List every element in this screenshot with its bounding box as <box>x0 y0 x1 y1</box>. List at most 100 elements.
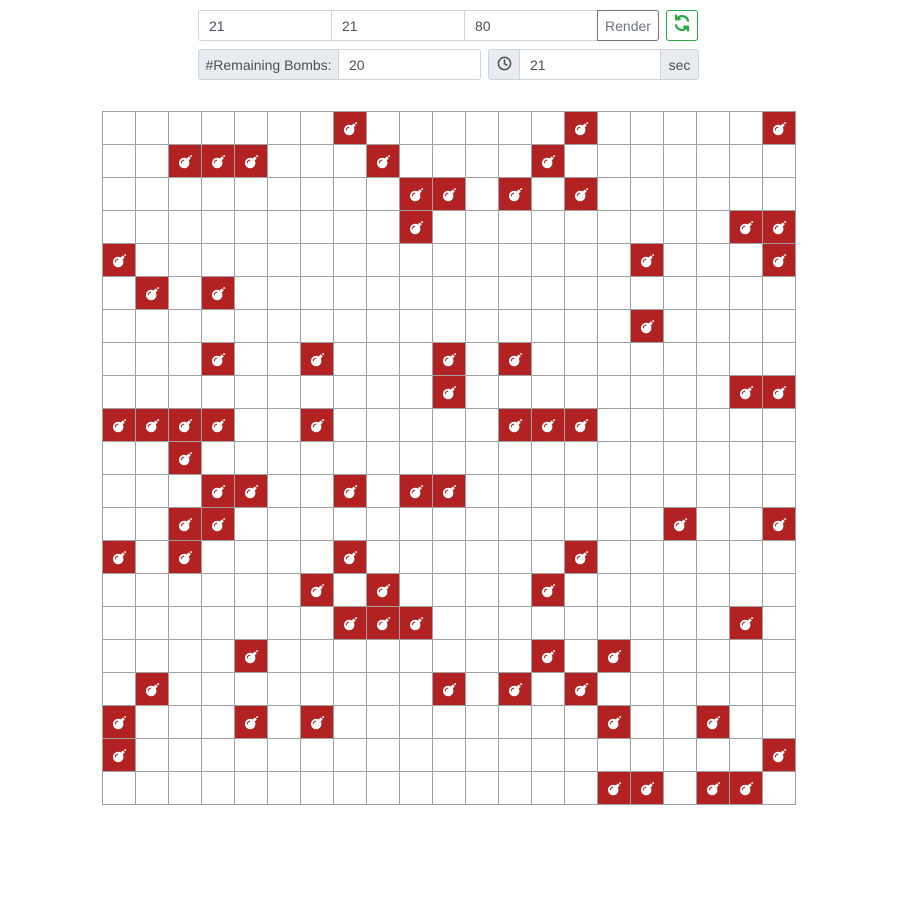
board-cell[interactable] <box>235 508 268 541</box>
board-cell[interactable] <box>664 607 697 640</box>
board-cell[interactable] <box>103 772 136 805</box>
bomb-cell[interactable] <box>763 211 796 244</box>
bomb-cell[interactable] <box>301 706 334 739</box>
board-cell[interactable] <box>763 343 796 376</box>
bomb-cell[interactable] <box>433 343 466 376</box>
board-cell[interactable] <box>268 277 301 310</box>
board-cell[interactable] <box>763 442 796 475</box>
board-cell[interactable] <box>400 112 433 145</box>
board-cell[interactable] <box>730 508 763 541</box>
board-cell[interactable] <box>400 772 433 805</box>
board-cell[interactable] <box>301 178 334 211</box>
bomb-cell[interactable] <box>433 178 466 211</box>
board-cell[interactable] <box>631 343 664 376</box>
bomb-cell[interactable] <box>400 607 433 640</box>
board-cell[interactable] <box>400 145 433 178</box>
board-cell[interactable] <box>499 211 532 244</box>
board-cell[interactable] <box>631 178 664 211</box>
board-cell[interactable] <box>169 310 202 343</box>
board-cell[interactable] <box>664 475 697 508</box>
board-cell[interactable] <box>697 739 730 772</box>
bomb-cell[interactable] <box>565 178 598 211</box>
bomb-cell[interactable] <box>433 673 466 706</box>
board-cell[interactable] <box>103 607 136 640</box>
reset-button[interactable] <box>666 10 698 41</box>
board-cell[interactable] <box>136 343 169 376</box>
board-cell[interactable] <box>433 409 466 442</box>
bomb-cell[interactable] <box>235 145 268 178</box>
board-cell[interactable] <box>103 508 136 541</box>
board-cell[interactable] <box>169 640 202 673</box>
board-cell[interactable] <box>400 442 433 475</box>
board-cell[interactable] <box>532 178 565 211</box>
board-cell[interactable] <box>301 442 334 475</box>
board-cell[interactable] <box>565 508 598 541</box>
board-cell[interactable] <box>598 112 631 145</box>
board-cell[interactable] <box>202 640 235 673</box>
board-cell[interactable] <box>466 112 499 145</box>
board-cell[interactable] <box>433 607 466 640</box>
board-cell[interactable] <box>301 739 334 772</box>
board-cell[interactable] <box>664 145 697 178</box>
bomb-cell[interactable] <box>334 112 367 145</box>
board-cell[interactable] <box>268 178 301 211</box>
board-cell[interactable] <box>268 211 301 244</box>
board-cell[interactable] <box>169 178 202 211</box>
board-cell[interactable] <box>631 211 664 244</box>
board-cell[interactable] <box>367 211 400 244</box>
board-cell[interactable] <box>466 574 499 607</box>
rows-input[interactable] <box>198 10 332 41</box>
bomb-cell[interactable] <box>598 772 631 805</box>
board-cell[interactable] <box>730 310 763 343</box>
board-cell[interactable] <box>631 541 664 574</box>
bomb-cell[interactable] <box>103 541 136 574</box>
bomb-cell[interactable] <box>136 409 169 442</box>
board-cell[interactable] <box>169 376 202 409</box>
board-cell[interactable] <box>334 244 367 277</box>
board-cell[interactable] <box>697 409 730 442</box>
board-cell[interactable] <box>730 673 763 706</box>
board-cell[interactable] <box>136 739 169 772</box>
board-cell[interactable] <box>400 508 433 541</box>
board-cell[interactable] <box>763 772 796 805</box>
board-cell[interactable] <box>499 508 532 541</box>
board-cell[interactable] <box>598 376 631 409</box>
board-cell[interactable] <box>202 541 235 574</box>
board-cell[interactable] <box>136 508 169 541</box>
board-cell[interactable] <box>499 475 532 508</box>
board-cell[interactable] <box>532 706 565 739</box>
board-cell[interactable] <box>334 640 367 673</box>
board-cell[interactable] <box>367 442 400 475</box>
board-cell[interactable] <box>598 310 631 343</box>
board-cell[interactable] <box>664 310 697 343</box>
board-cell[interactable] <box>268 112 301 145</box>
board-cell[interactable] <box>301 541 334 574</box>
board-cell[interactable] <box>466 706 499 739</box>
bomb-cell[interactable] <box>532 409 565 442</box>
bomb-cell[interactable] <box>400 211 433 244</box>
board-cell[interactable] <box>103 211 136 244</box>
board-cell[interactable] <box>136 244 169 277</box>
board-cell[interactable] <box>169 607 202 640</box>
board-cell[interactable] <box>532 343 565 376</box>
board-cell[interactable] <box>301 772 334 805</box>
bomb-cell[interactable] <box>235 640 268 673</box>
board-cell[interactable] <box>763 706 796 739</box>
bomb-cell[interactable] <box>202 508 235 541</box>
board-cell[interactable] <box>499 574 532 607</box>
board-cell[interactable] <box>697 640 730 673</box>
board-cell[interactable] <box>532 673 565 706</box>
board-cell[interactable] <box>763 640 796 673</box>
bomb-cell[interactable] <box>532 145 565 178</box>
board-cell[interactable] <box>532 541 565 574</box>
board-cell[interactable] <box>433 574 466 607</box>
board-cell[interactable] <box>235 442 268 475</box>
bomb-cell[interactable] <box>532 574 565 607</box>
board-cell[interactable] <box>565 442 598 475</box>
board-cell[interactable] <box>301 211 334 244</box>
board-cell[interactable] <box>202 310 235 343</box>
board-cell[interactable] <box>367 640 400 673</box>
board-cell[interactable] <box>466 343 499 376</box>
board-cell[interactable] <box>268 772 301 805</box>
board-cell[interactable] <box>334 673 367 706</box>
